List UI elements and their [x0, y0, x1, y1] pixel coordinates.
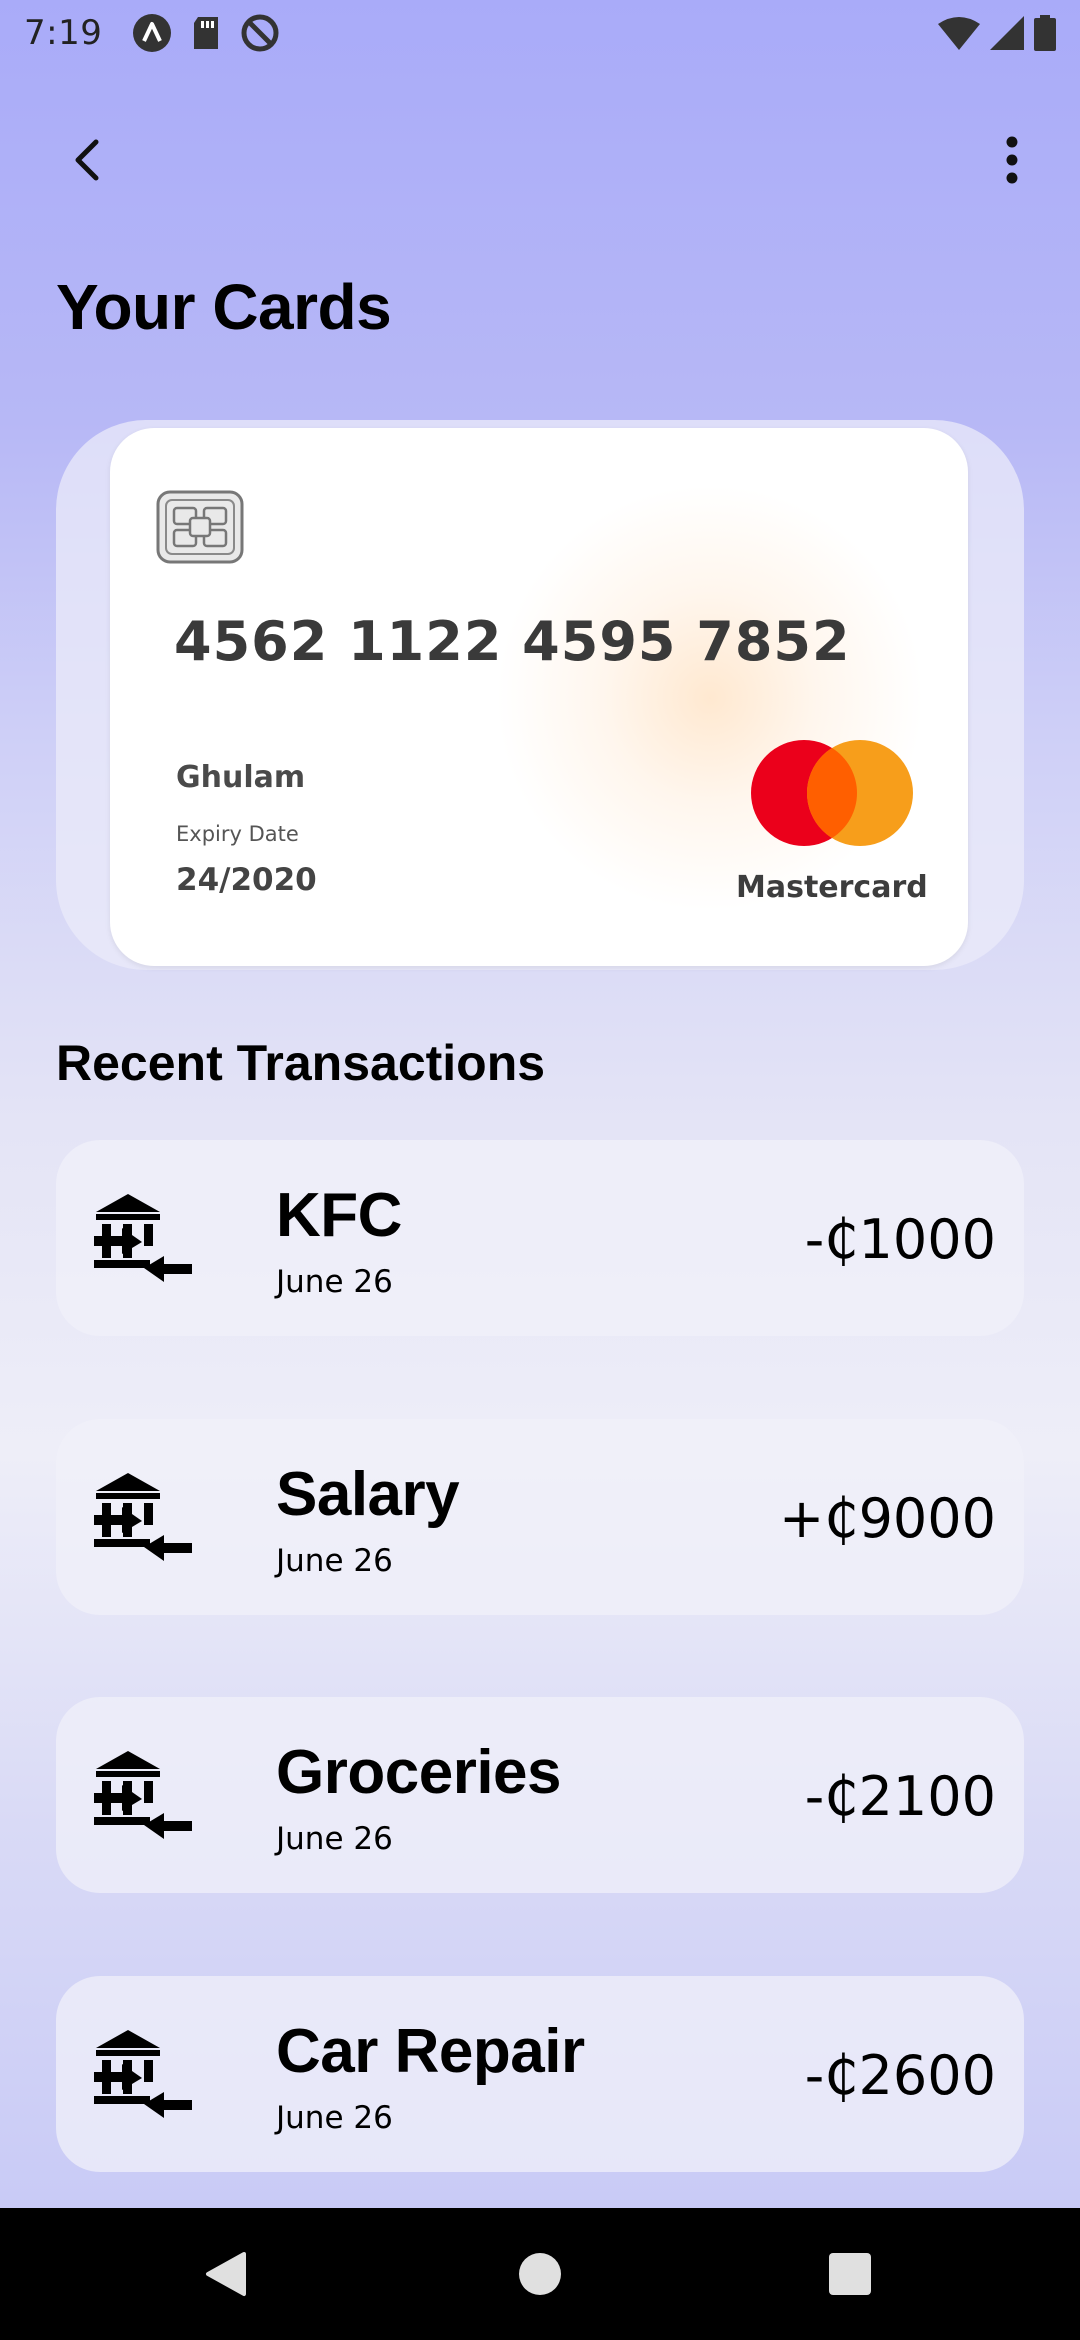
nav-home-button[interactable]: [474, 2208, 606, 2340]
transaction-name: Car Repair: [276, 2017, 585, 2086]
transaction-amount: +₵9000: [778, 1487, 996, 1550]
expiry-label: Expiry Date: [176, 822, 299, 846]
app-bar: [0, 110, 1080, 200]
transaction-date: June 26: [276, 1543, 393, 1579]
expiry-value: 24/2020: [176, 862, 317, 898]
card-brand-label: Mastercard: [736, 870, 928, 905]
signal-icon: [990, 16, 1024, 50]
transaction-item-car-repair[interactable]: Car Repair June 26 -₵2600: [56, 1976, 1024, 2172]
nav-recents-square-icon: [829, 2253, 871, 2295]
card-number: 4562 1122 4595 7852: [174, 610, 851, 673]
transaction-amount: -₵2100: [804, 1765, 996, 1828]
transaction-date: June 26: [276, 2100, 393, 2136]
status-icons-left: [132, 13, 280, 53]
transaction-name: KFC: [276, 1181, 402, 1250]
at-sign-icon: [241, 14, 279, 52]
status-icons-right: [938, 15, 1056, 51]
page-title: Your Cards: [56, 271, 392, 343]
sd-card-icon: [194, 17, 219, 49]
transaction-name: Groceries: [276, 1738, 562, 1807]
a-badge-icon: [133, 14, 172, 52]
transaction-amount: -₵2600: [804, 2044, 996, 2107]
mastercard-logo-icon: [751, 740, 913, 846]
chip-icon: [156, 490, 244, 564]
back-button[interactable]: [56, 128, 120, 192]
transaction-item-groceries[interactable]: Groceries June 26 -₵2100: [56, 1697, 1024, 1893]
bank-transfer-icon: [94, 2030, 192, 2118]
nav-back-triangle-icon: [206, 2252, 246, 2296]
credit-card[interactable]: 4562 1122 4595 7852 Ghulam Expiry Date 2…: [110, 428, 968, 966]
nav-home-circle-icon: [519, 2253, 561, 2295]
wifi-icon: [938, 17, 980, 50]
chevron-left-icon: [75, 139, 99, 181]
status-time: 7:19: [24, 13, 103, 53]
bank-transfer-icon: [94, 1473, 192, 1561]
more-options-button[interactable]: [980, 128, 1044, 192]
status-bar: 7:19: [0, 0, 1080, 66]
system-navigation-bar: [0, 2208, 1080, 2340]
bank-transfer-icon: [94, 1194, 192, 1282]
transaction-item-kfc[interactable]: KFC June 26 -₵1000: [56, 1140, 1024, 1336]
transaction-item-salary[interactable]: Salary June 26 +₵9000: [56, 1419, 1024, 1615]
battery-icon: [1034, 15, 1056, 51]
nav-back-button[interactable]: [160, 2208, 292, 2340]
more-vert-icon: [1006, 136, 1018, 184]
bank-transfer-icon: [94, 1751, 192, 1839]
nav-recents-button[interactable]: [784, 2208, 916, 2340]
card-holder-name: Ghulam: [176, 760, 306, 795]
recent-transactions-title: Recent Transactions: [56, 1035, 546, 1091]
transaction-date: June 26: [276, 1264, 393, 1300]
transaction-amount: -₵1000: [804, 1208, 996, 1271]
transaction-name: Salary: [276, 1460, 460, 1529]
transaction-date: June 26: [276, 1821, 393, 1857]
